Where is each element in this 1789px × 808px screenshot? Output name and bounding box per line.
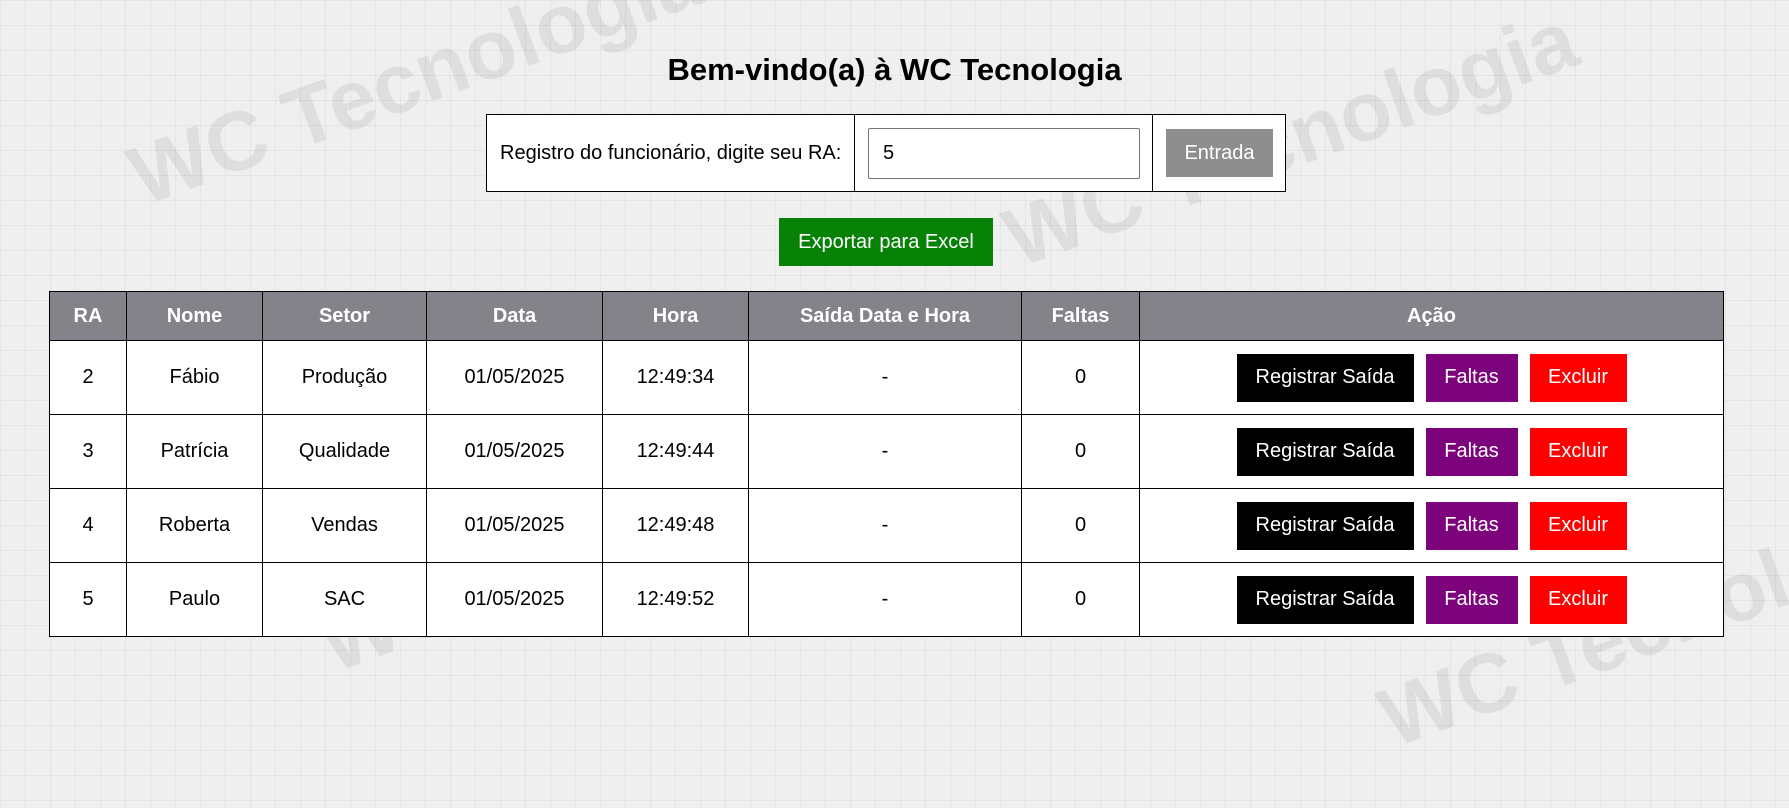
- entry-form: Registro do funcionário, digite seu RA: …: [486, 114, 1286, 192]
- row-actions: Registrar Saída Faltas Excluir: [1140, 427, 1723, 476]
- register-exit-button[interactable]: Registrar Saída: [1236, 575, 1414, 624]
- column-header-data: Data: [426, 291, 603, 341]
- cell-saida: -: [748, 562, 1022, 637]
- cell-hora: 12:49:44: [602, 414, 749, 489]
- cell-ra: 4: [49, 488, 127, 563]
- cell-nome: Paulo: [126, 562, 263, 637]
- cell-saida: -: [748, 414, 1022, 489]
- cell-hora: 12:49:34: [602, 340, 749, 415]
- entrada-button-cell: Entrada: [1153, 115, 1285, 191]
- delete-button[interactable]: Excluir: [1529, 427, 1627, 476]
- absences-button[interactable]: Faltas: [1425, 501, 1518, 550]
- cell-faltas: 0: [1021, 340, 1140, 415]
- register-exit-button[interactable]: Registrar Saída: [1236, 501, 1414, 550]
- column-header-faltas: Faltas: [1021, 291, 1140, 341]
- cell-data: 01/05/2025: [426, 562, 603, 637]
- table-row: 3 Patrícia Qualidade 01/05/2025 12:49:44…: [49, 414, 1724, 489]
- cell-hora: 12:49:48: [602, 488, 749, 563]
- cell-acao: Registrar Saída Faltas Excluir: [1139, 414, 1724, 489]
- column-header-ra: RA: [49, 291, 127, 341]
- absences-button[interactable]: Faltas: [1425, 353, 1518, 402]
- ra-input[interactable]: [868, 127, 1140, 179]
- cell-data: 01/05/2025: [426, 488, 603, 563]
- cell-nome: Patrícia: [126, 414, 263, 489]
- cell-setor: Qualidade: [262, 414, 427, 489]
- cell-nome: Roberta: [126, 488, 263, 563]
- entrada-button[interactable]: Entrada: [1166, 129, 1273, 177]
- table-row: 2 Fábio Produção 01/05/2025 12:49:34 - 0…: [49, 340, 1724, 415]
- cell-setor: SAC: [262, 562, 427, 637]
- absences-button[interactable]: Faltas: [1425, 427, 1518, 476]
- column-header-saida: Saída Data e Hora: [748, 291, 1022, 341]
- cell-ra: 3: [49, 414, 127, 489]
- row-actions: Registrar Saída Faltas Excluir: [1140, 501, 1723, 550]
- column-header-acao: Ação: [1139, 291, 1724, 341]
- export-excel-button[interactable]: Exportar para Excel: [779, 218, 993, 266]
- page-title: Bem-vindo(a) à WC Tecnologia: [667, 52, 1122, 87]
- cell-acao: Registrar Saída Faltas Excluir: [1139, 340, 1724, 415]
- cell-nome: Fábio: [126, 340, 263, 415]
- cell-acao: Registrar Saída Faltas Excluir: [1139, 488, 1724, 563]
- table-row: 4 Roberta Vendas 01/05/2025 12:49:48 - 0…: [49, 488, 1724, 563]
- column-header-nome: Nome: [126, 291, 263, 341]
- cell-faltas: 0: [1021, 562, 1140, 637]
- cell-saida: -: [748, 340, 1022, 415]
- row-actions: Registrar Saída Faltas Excluir: [1140, 575, 1723, 624]
- cell-setor: Produção: [262, 340, 427, 415]
- cell-acao: Registrar Saída Faltas Excluir: [1139, 562, 1724, 637]
- column-header-setor: Setor: [262, 291, 427, 341]
- absences-button[interactable]: Faltas: [1425, 575, 1518, 624]
- row-actions: Registrar Saída Faltas Excluir: [1140, 353, 1723, 402]
- register-exit-button[interactable]: Registrar Saída: [1236, 427, 1414, 476]
- delete-button[interactable]: Excluir: [1529, 353, 1627, 402]
- cell-data: 01/05/2025: [426, 414, 603, 489]
- cell-faltas: 0: [1021, 488, 1140, 563]
- cell-faltas: 0: [1021, 414, 1140, 489]
- ra-input-cell: [855, 115, 1153, 191]
- table-header-row: RA Nome Setor Data Hora Saída Data e Hor…: [49, 291, 1724, 341]
- column-header-hora: Hora: [602, 291, 749, 341]
- cell-setor: Vendas: [262, 488, 427, 563]
- delete-button[interactable]: Excluir: [1529, 501, 1627, 550]
- cell-ra: 2: [49, 340, 127, 415]
- attendance-table: RA Nome Setor Data Hora Saída Data e Hor…: [49, 291, 1724, 637]
- cell-saida: -: [748, 488, 1022, 563]
- delete-button[interactable]: Excluir: [1529, 575, 1627, 624]
- table-row: 5 Paulo SAC 01/05/2025 12:49:52 - 0 Regi…: [49, 562, 1724, 637]
- register-exit-button[interactable]: Registrar Saída: [1236, 353, 1414, 402]
- cell-data: 01/05/2025: [426, 340, 603, 415]
- ra-field-label: Registro do funcionário, digite seu RA:: [487, 115, 855, 191]
- cell-ra: 5: [49, 562, 127, 637]
- cell-hora: 12:49:52: [602, 562, 749, 637]
